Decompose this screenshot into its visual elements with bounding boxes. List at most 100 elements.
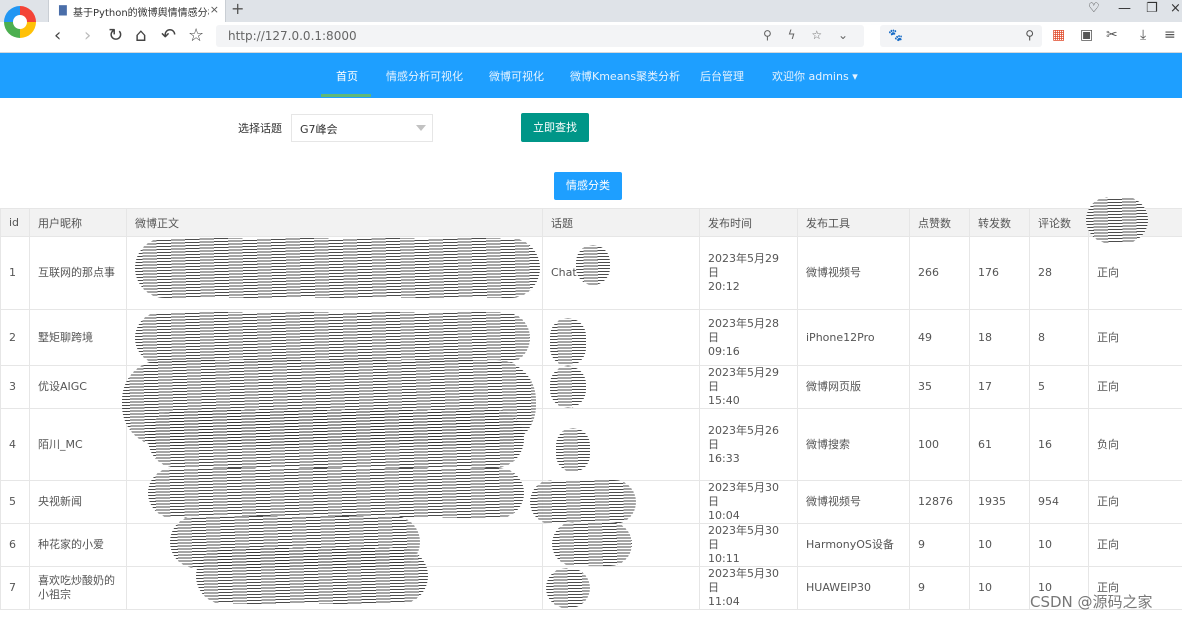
cell-topic: Chat xyxy=(542,236,700,310)
cell-tool: HarmonyOS设备 xyxy=(797,523,910,567)
cell-reposts: 1935 xyxy=(969,480,1030,524)
screenshot-icon[interactable]: ✂ xyxy=(1106,27,1118,43)
publish-date: 2023年5月30日 xyxy=(708,524,779,551)
user-greeting: 欢迎你 admins xyxy=(772,70,849,83)
cell-sentiment: 正向 xyxy=(1088,309,1182,366)
search-icon[interactable]: ⚲ xyxy=(1025,28,1034,42)
refresh-icon[interactable]: ↻ xyxy=(108,25,123,47)
column-header: 发布时间 xyxy=(699,208,798,237)
nav-home[interactable]: 首页 xyxy=(336,68,358,84)
cell-sentiment: 正向 xyxy=(1088,523,1182,567)
address-text: http://127.0.0.1:8000 xyxy=(228,29,357,43)
cell-user: 央视新闻 xyxy=(29,480,127,524)
cell-reposts: 18 xyxy=(969,309,1030,366)
back-icon[interactable]: ‹ xyxy=(54,25,61,47)
cell-likes: 35 xyxy=(909,365,970,409)
cell-user: 墅矩聊跨境 xyxy=(29,309,127,366)
select-caret-icon xyxy=(416,125,426,131)
cell-sentiment: 正向 xyxy=(1088,480,1182,524)
minimize-icon[interactable]: — xyxy=(1118,1,1131,16)
cell-tool: 微博视频号 xyxy=(797,480,910,524)
download-icon[interactable]: ⤓ xyxy=(1140,27,1146,43)
skin-icon[interactable]: ♡ xyxy=(1088,1,1100,16)
baidu-icon: 🐾 xyxy=(888,28,903,42)
publish-clock: 09:16 xyxy=(708,344,740,358)
home-icon[interactable]: ⌂ xyxy=(135,25,146,47)
bookmark-star-icon[interactable]: ☆ xyxy=(188,25,204,47)
column-header: 点赞数 xyxy=(909,208,970,237)
csdn-watermark: CSDN @源码之家 xyxy=(1030,593,1153,611)
cell-user: 陌川_MC xyxy=(29,408,127,481)
nav-sentiment-visualization[interactable]: 情感分析可视化 xyxy=(386,68,463,84)
address-bar-icons[interactable]: ⚲ ϟ ☆ ⌄ xyxy=(763,28,854,42)
cell-reposts: 17 xyxy=(969,365,1030,409)
cell-likes: 49 xyxy=(909,309,970,366)
cell-user: 互联网的那点事 xyxy=(29,236,127,310)
column-header: 微博正文 xyxy=(126,208,543,237)
publish-clock: 11:04 xyxy=(708,595,740,608)
cell-id: 4 xyxy=(0,408,30,481)
browser-tab[interactable]: ▇ 基于Python的微博舆情情感分析 × xyxy=(48,0,226,22)
cell-publish-time: 2023年5月28日 09:16 xyxy=(699,309,798,366)
menu-icon[interactable]: ≡ xyxy=(1164,27,1176,43)
cell-likes: 12876 xyxy=(909,480,970,524)
sidebar-icon[interactable]: ▣ xyxy=(1080,27,1093,43)
browser-tab-strip: ▇ 基于Python的微博舆情情感分析 × + ♡ — ❐ × xyxy=(0,0,1182,22)
cell-reposts: 10 xyxy=(969,566,1030,610)
cell-id: 6 xyxy=(0,523,30,567)
column-header: 用户昵称 xyxy=(29,208,127,237)
address-bar[interactable]: http://127.0.0.1:8000 ⚲ ϟ ☆ ⌄ xyxy=(216,25,864,47)
nav-admin[interactable]: 后台管理 xyxy=(700,68,744,84)
cell-likes: 9 xyxy=(909,566,970,610)
topic-select[interactable]: G7峰会 xyxy=(291,114,433,142)
redaction-scribble xyxy=(546,568,590,608)
cell-publish-time: 2023年5月29日 15:40 xyxy=(699,365,798,409)
cell-tool: iPhone12Pro xyxy=(797,309,910,366)
undo-icon[interactable]: ↶ xyxy=(161,25,176,47)
cell-comments: 8 xyxy=(1029,309,1089,366)
cell-user: 优设AIGC xyxy=(29,365,127,409)
cell-id: 7 xyxy=(0,566,30,610)
cell-reposts: 10 xyxy=(969,523,1030,567)
close-tab-icon[interactable]: × xyxy=(210,3,219,16)
column-header: 发布工具 xyxy=(797,208,910,237)
redaction-scribble xyxy=(148,410,524,468)
nav-kmeans-analysis[interactable]: 微博Kmeans聚类分析 xyxy=(570,68,680,84)
cell-likes: 266 xyxy=(909,236,970,310)
column-header: 评论数 xyxy=(1029,208,1089,237)
cell-publish-time: 2023年5月30日 10:11 xyxy=(699,523,798,567)
redaction-scribble xyxy=(552,522,632,566)
browser-toolbar: ‹ › ↻ ⌂ ↶ ☆ http://127.0.0.1:8000 ⚲ ϟ ☆ … xyxy=(0,22,1182,53)
topic-label: 选择话题 xyxy=(238,122,282,135)
publish-date: 2023年5月29日 xyxy=(708,366,779,393)
redaction-scribble xyxy=(550,366,586,408)
table-header-row: id 用户昵称 微博正文 话题 发布时间 发布工具 点赞数 转发数 评论数 xyxy=(0,208,1182,237)
new-tab-icon[interactable]: + xyxy=(231,0,244,18)
cell-reposts: 61 xyxy=(969,408,1030,481)
restore-icon[interactable]: ❐ xyxy=(1146,1,1158,16)
apps-icon[interactable]: ▦ xyxy=(1052,27,1065,43)
redaction-scribble xyxy=(148,468,524,518)
nav-user-menu[interactable]: 欢迎你 admins ▾ xyxy=(772,68,858,84)
cell-user: 喜欢吃炒酸奶的小祖宗 xyxy=(29,566,127,610)
cell-sentiment: 正向 xyxy=(1088,365,1182,409)
cell-publish-time: 2023年5月30日 11:04 xyxy=(699,566,798,610)
cell-tool: 微博视频号 xyxy=(797,236,910,310)
search-button[interactable]: 立即查找 xyxy=(521,113,589,142)
dropdown-caret-icon: ▾ xyxy=(852,70,858,83)
redaction-scribble xyxy=(556,428,590,472)
cell-comments: 954 xyxy=(1029,480,1089,524)
cell-comments: 5 xyxy=(1029,365,1089,409)
search-engine-box[interactable]: 🐾 ⚲ xyxy=(880,25,1042,47)
sentiment-classify-button[interactable]: 情感分类 xyxy=(554,172,622,200)
cell-publish-time: 2023年5月26日 16:33 xyxy=(699,408,798,481)
tab-title: 基于Python的微博舆情情感分析 xyxy=(73,8,209,19)
cell-publish-time: 2023年5月29日 20:12 xyxy=(699,236,798,310)
forward-icon[interactable]: › xyxy=(84,25,91,47)
document-icon: ▇ xyxy=(59,5,67,16)
redaction-scribble xyxy=(550,318,586,366)
close-window-icon[interactable]: × xyxy=(1170,1,1181,16)
nav-weibo-visualization[interactable]: 微博可视化 xyxy=(489,68,544,84)
table-row: 7 喜欢吃炒酸奶的小祖宗 2023年5月30日 11:04 HUAWEIP30 9 10 10… xyxy=(0,566,1182,610)
redaction-scribble xyxy=(135,312,530,364)
